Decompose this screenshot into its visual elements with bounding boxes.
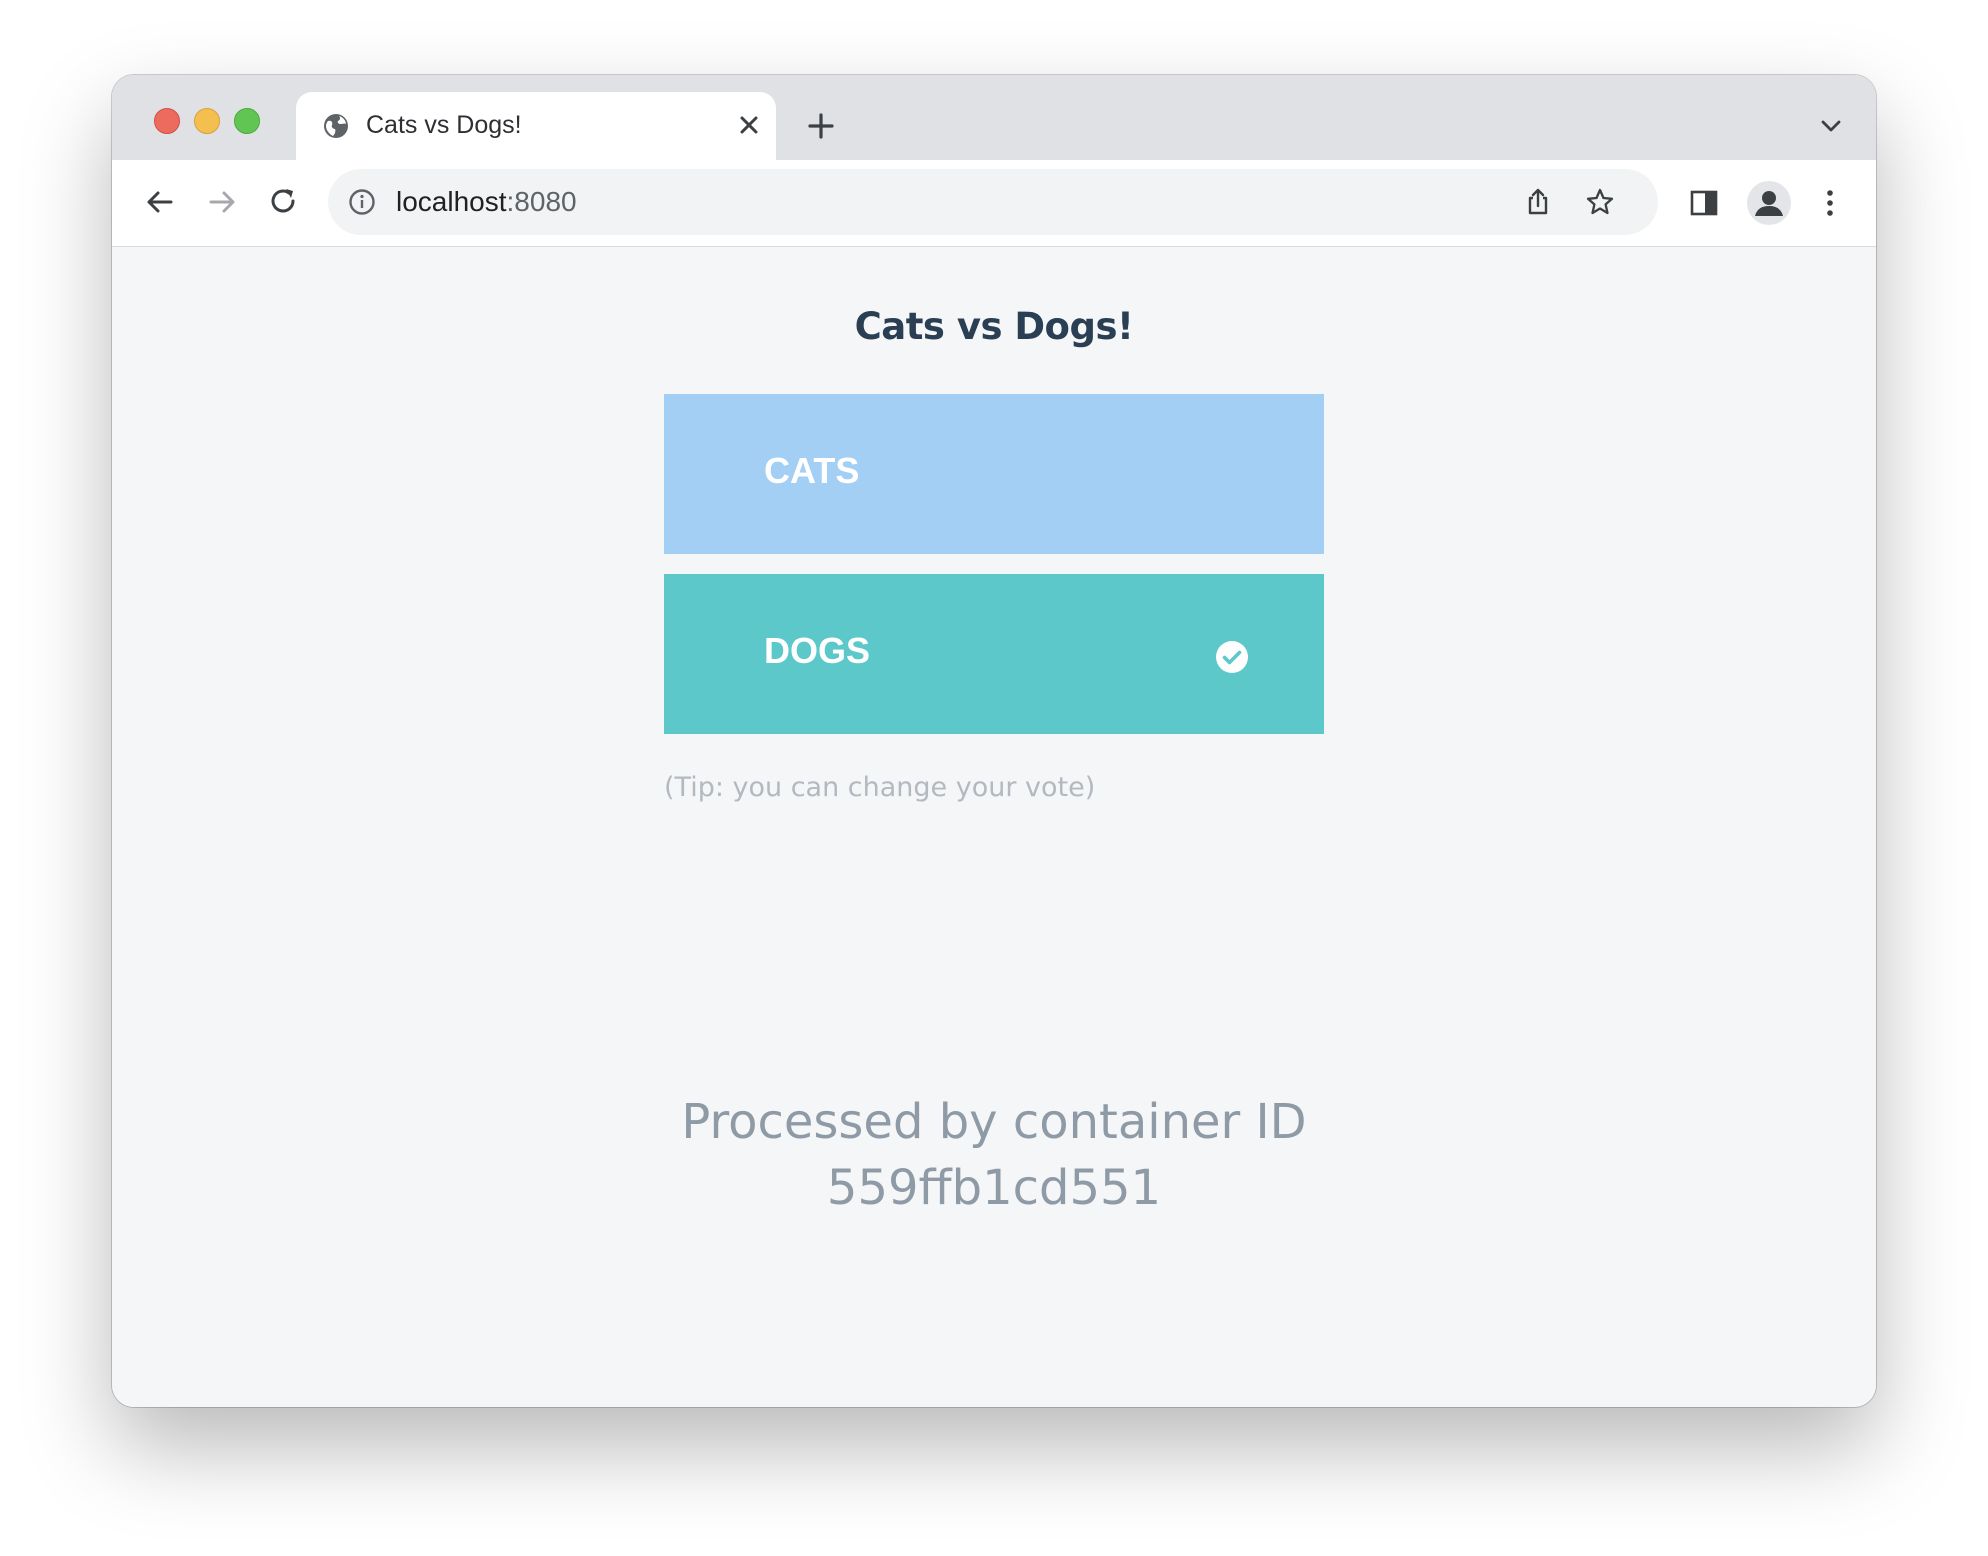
address-bar[interactable]: localhost:8080 [328,169,1658,235]
site-info-icon[interactable] [348,188,376,216]
browser-window: Cats vs Dogs! localhost:8080 Cats vs Dog… [112,75,1876,1407]
close-window-button[interactable] [154,108,180,134]
bookmark-star-icon[interactable] [1584,186,1616,218]
share-icon[interactable] [1522,186,1554,218]
tab-strip: Cats vs Dogs! [112,75,1876,160]
new-tab-icon[interactable] [806,111,836,141]
vote-cats-button[interactable]: CATS [664,394,1324,554]
processed-by-label: Processed by container ID [681,1094,1307,1150]
vote-cats-label: CATS [764,450,860,491]
url-text[interactable]: localhost:8080 [396,186,577,218]
container-info: Processed by container ID 559ffb1cd551 [112,1089,1876,1221]
url-host: localhost [396,186,507,217]
minimize-window-button[interactable] [194,108,220,134]
more-menu-icon[interactable] [1812,185,1848,221]
web-page: Cats vs Dogs! CATS DOGS (Tip: you can ch… [112,247,1876,1407]
browser-toolbar: localhost:8080 [112,160,1876,247]
check-circle-icon [1216,641,1248,673]
person-icon [1755,191,1783,216]
browser-tab[interactable]: Cats vs Dogs! [296,92,776,160]
vote-dogs-button[interactable]: DOGS [664,574,1324,734]
vote-tip: (Tip: you can change your vote) [664,772,1096,803]
chevron-down-icon[interactable] [1818,113,1844,139]
page-title: Cats vs Dogs! [854,305,1134,348]
tab-title: Cats vs Dogs! [366,111,522,139]
maximize-window-button[interactable] [234,108,260,134]
side-panel-icon[interactable] [1687,186,1721,220]
container-id: 559ffb1cd551 [826,1160,1162,1216]
globe-icon [324,114,348,138]
back-arrow-icon[interactable] [142,184,178,220]
forward-arrow-icon[interactable] [204,184,240,220]
profile-avatar[interactable] [1747,181,1791,225]
vote-dogs-label: DOGS [764,630,871,671]
reload-icon[interactable] [266,184,302,220]
url-port: :8080 [506,186,577,217]
close-tab-icon[interactable] [734,110,764,140]
